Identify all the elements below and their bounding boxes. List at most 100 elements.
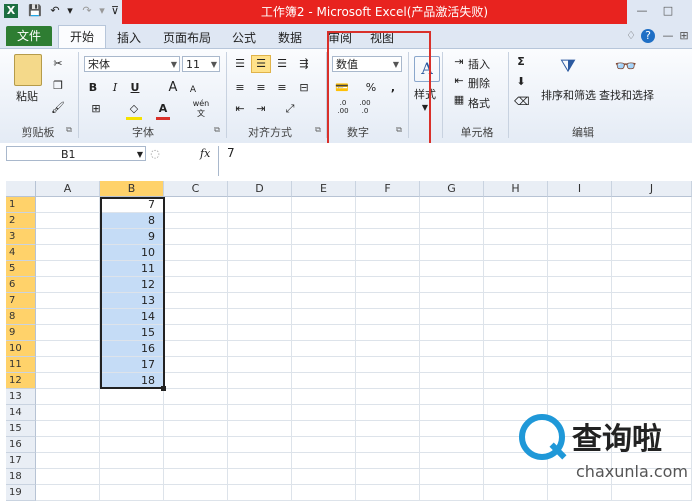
cell-b16[interactable] xyxy=(100,437,164,453)
redo-icon[interactable]: ↷ xyxy=(80,4,94,18)
row-header[interactable]: 3 xyxy=(6,229,36,245)
row-header[interactable]: 15 xyxy=(6,421,36,437)
format-cells-button[interactable]: 格式 xyxy=(468,95,490,111)
cell-d2[interactable] xyxy=(228,213,292,229)
cell-a16[interactable] xyxy=(36,437,100,453)
cell-d9[interactable] xyxy=(228,325,292,341)
cell-g11[interactable] xyxy=(420,357,484,373)
cell-a18[interactable] xyxy=(36,469,100,485)
decrease-indent-icon[interactable]: ⇤ xyxy=(232,101,248,117)
underline-button[interactable]: U xyxy=(128,80,142,96)
cell-f17[interactable] xyxy=(356,453,420,469)
cell-j11[interactable] xyxy=(612,357,692,373)
insert-cells-button[interactable]: 插入 xyxy=(468,56,490,72)
cell-i10[interactable] xyxy=(548,341,612,357)
cell-g10[interactable] xyxy=(420,341,484,357)
cell-c17[interactable] xyxy=(164,453,228,469)
wrap-text-icon[interactable]: ⇶ xyxy=(296,56,312,72)
cell-f14[interactable] xyxy=(356,405,420,421)
cell-h10[interactable] xyxy=(484,341,548,357)
cell-c2[interactable] xyxy=(164,213,228,229)
doc-restore-button[interactable]: ⊞ xyxy=(676,29,692,43)
cell-h8[interactable] xyxy=(484,309,548,325)
cell-j9[interactable] xyxy=(612,325,692,341)
ribbon-minimize-icon[interactable]: ♢ xyxy=(623,29,639,43)
bold-button[interactable]: B xyxy=(86,80,100,96)
font-color-icon[interactable]: A xyxy=(156,101,170,120)
row-header[interactable]: 13 xyxy=(6,389,36,405)
cell-g13[interactable] xyxy=(420,389,484,405)
cell-c15[interactable] xyxy=(164,421,228,437)
paste-icon[interactable] xyxy=(14,54,42,86)
fill-handle[interactable] xyxy=(161,386,166,391)
cell-h12[interactable] xyxy=(484,373,548,389)
cell-c6[interactable] xyxy=(164,277,228,293)
cell-f15[interactable] xyxy=(356,421,420,437)
cell-i5[interactable] xyxy=(548,261,612,277)
cell-a3[interactable] xyxy=(36,229,100,245)
row-header[interactable]: 1 xyxy=(6,197,36,213)
font-size-select[interactable]: 11 ▼ xyxy=(182,56,220,72)
dialog-launcher-icon[interactable]: ⧉ xyxy=(212,124,222,136)
column-header-j[interactable]: J xyxy=(612,181,692,197)
row-header[interactable]: 18 xyxy=(6,469,36,485)
cell-e4[interactable] xyxy=(292,245,356,261)
grow-font-button[interactable]: A xyxy=(166,80,180,96)
cell-j3[interactable] xyxy=(612,229,692,245)
column-header-b[interactable]: B xyxy=(100,181,164,197)
save-icon[interactable]: 💾 xyxy=(28,4,42,18)
cell-b15[interactable] xyxy=(100,421,164,437)
cell-i4[interactable] xyxy=(548,245,612,261)
cell-d18[interactable] xyxy=(228,469,292,485)
align-left-icon[interactable]: ≡ xyxy=(232,80,248,96)
cut-icon[interactable]: ✂ xyxy=(50,56,66,72)
tab-insert[interactable]: 插入 xyxy=(117,29,141,46)
row-header[interactable]: 8 xyxy=(6,309,36,325)
cell-e9[interactable] xyxy=(292,325,356,341)
cell-h7[interactable] xyxy=(484,293,548,309)
cell-i2[interactable] xyxy=(548,213,612,229)
dialog-launcher-icon[interactable]: ⧉ xyxy=(313,124,323,136)
italic-button[interactable]: I xyxy=(108,80,122,96)
cell-i9[interactable] xyxy=(548,325,612,341)
cell-a13[interactable] xyxy=(36,389,100,405)
cell-c7[interactable] xyxy=(164,293,228,309)
cell-c13[interactable] xyxy=(164,389,228,405)
cell-e17[interactable] xyxy=(292,453,356,469)
cell-h3[interactable] xyxy=(484,229,548,245)
cell-e12[interactable] xyxy=(292,373,356,389)
cell-d16[interactable] xyxy=(228,437,292,453)
cell-b17[interactable] xyxy=(100,453,164,469)
cell-g8[interactable] xyxy=(420,309,484,325)
cell-f2[interactable] xyxy=(356,213,420,229)
fill-icon[interactable]: ⬇ xyxy=(514,74,528,90)
maximize-button[interactable]: □ xyxy=(660,4,676,18)
cell-g9[interactable] xyxy=(420,325,484,341)
formula-input[interactable]: 7 xyxy=(218,146,692,176)
row-header[interactable]: 12 xyxy=(6,373,36,389)
cell-h18[interactable] xyxy=(484,469,548,485)
cell-i3[interactable] xyxy=(548,229,612,245)
cell-a1[interactable] xyxy=(36,197,100,213)
cell-i11[interactable] xyxy=(548,357,612,373)
cell-h6[interactable] xyxy=(484,277,548,293)
delete-cells-icon[interactable]: ⇤ xyxy=(452,73,466,89)
align-bottom-icon[interactable]: ☰ xyxy=(274,56,290,72)
help-icon[interactable]: ? xyxy=(641,29,655,43)
cell-f1[interactable] xyxy=(356,197,420,213)
cell-j12[interactable] xyxy=(612,373,692,389)
cell-d6[interactable] xyxy=(228,277,292,293)
cell-c3[interactable] xyxy=(164,229,228,245)
cell-j8[interactable] xyxy=(612,309,692,325)
cell-a15[interactable] xyxy=(36,421,100,437)
cell-d11[interactable] xyxy=(228,357,292,373)
customize-toolbar-icon[interactable]: ⊽ xyxy=(108,4,122,18)
cell-c12[interactable] xyxy=(164,373,228,389)
cell-a8[interactable] xyxy=(36,309,100,325)
cell-a4[interactable] xyxy=(36,245,100,261)
column-header-a[interactable]: A xyxy=(36,181,100,197)
cell-f7[interactable] xyxy=(356,293,420,309)
cell-c18[interactable] xyxy=(164,469,228,485)
row-header[interactable]: 17 xyxy=(6,453,36,469)
cell-g17[interactable] xyxy=(420,453,484,469)
